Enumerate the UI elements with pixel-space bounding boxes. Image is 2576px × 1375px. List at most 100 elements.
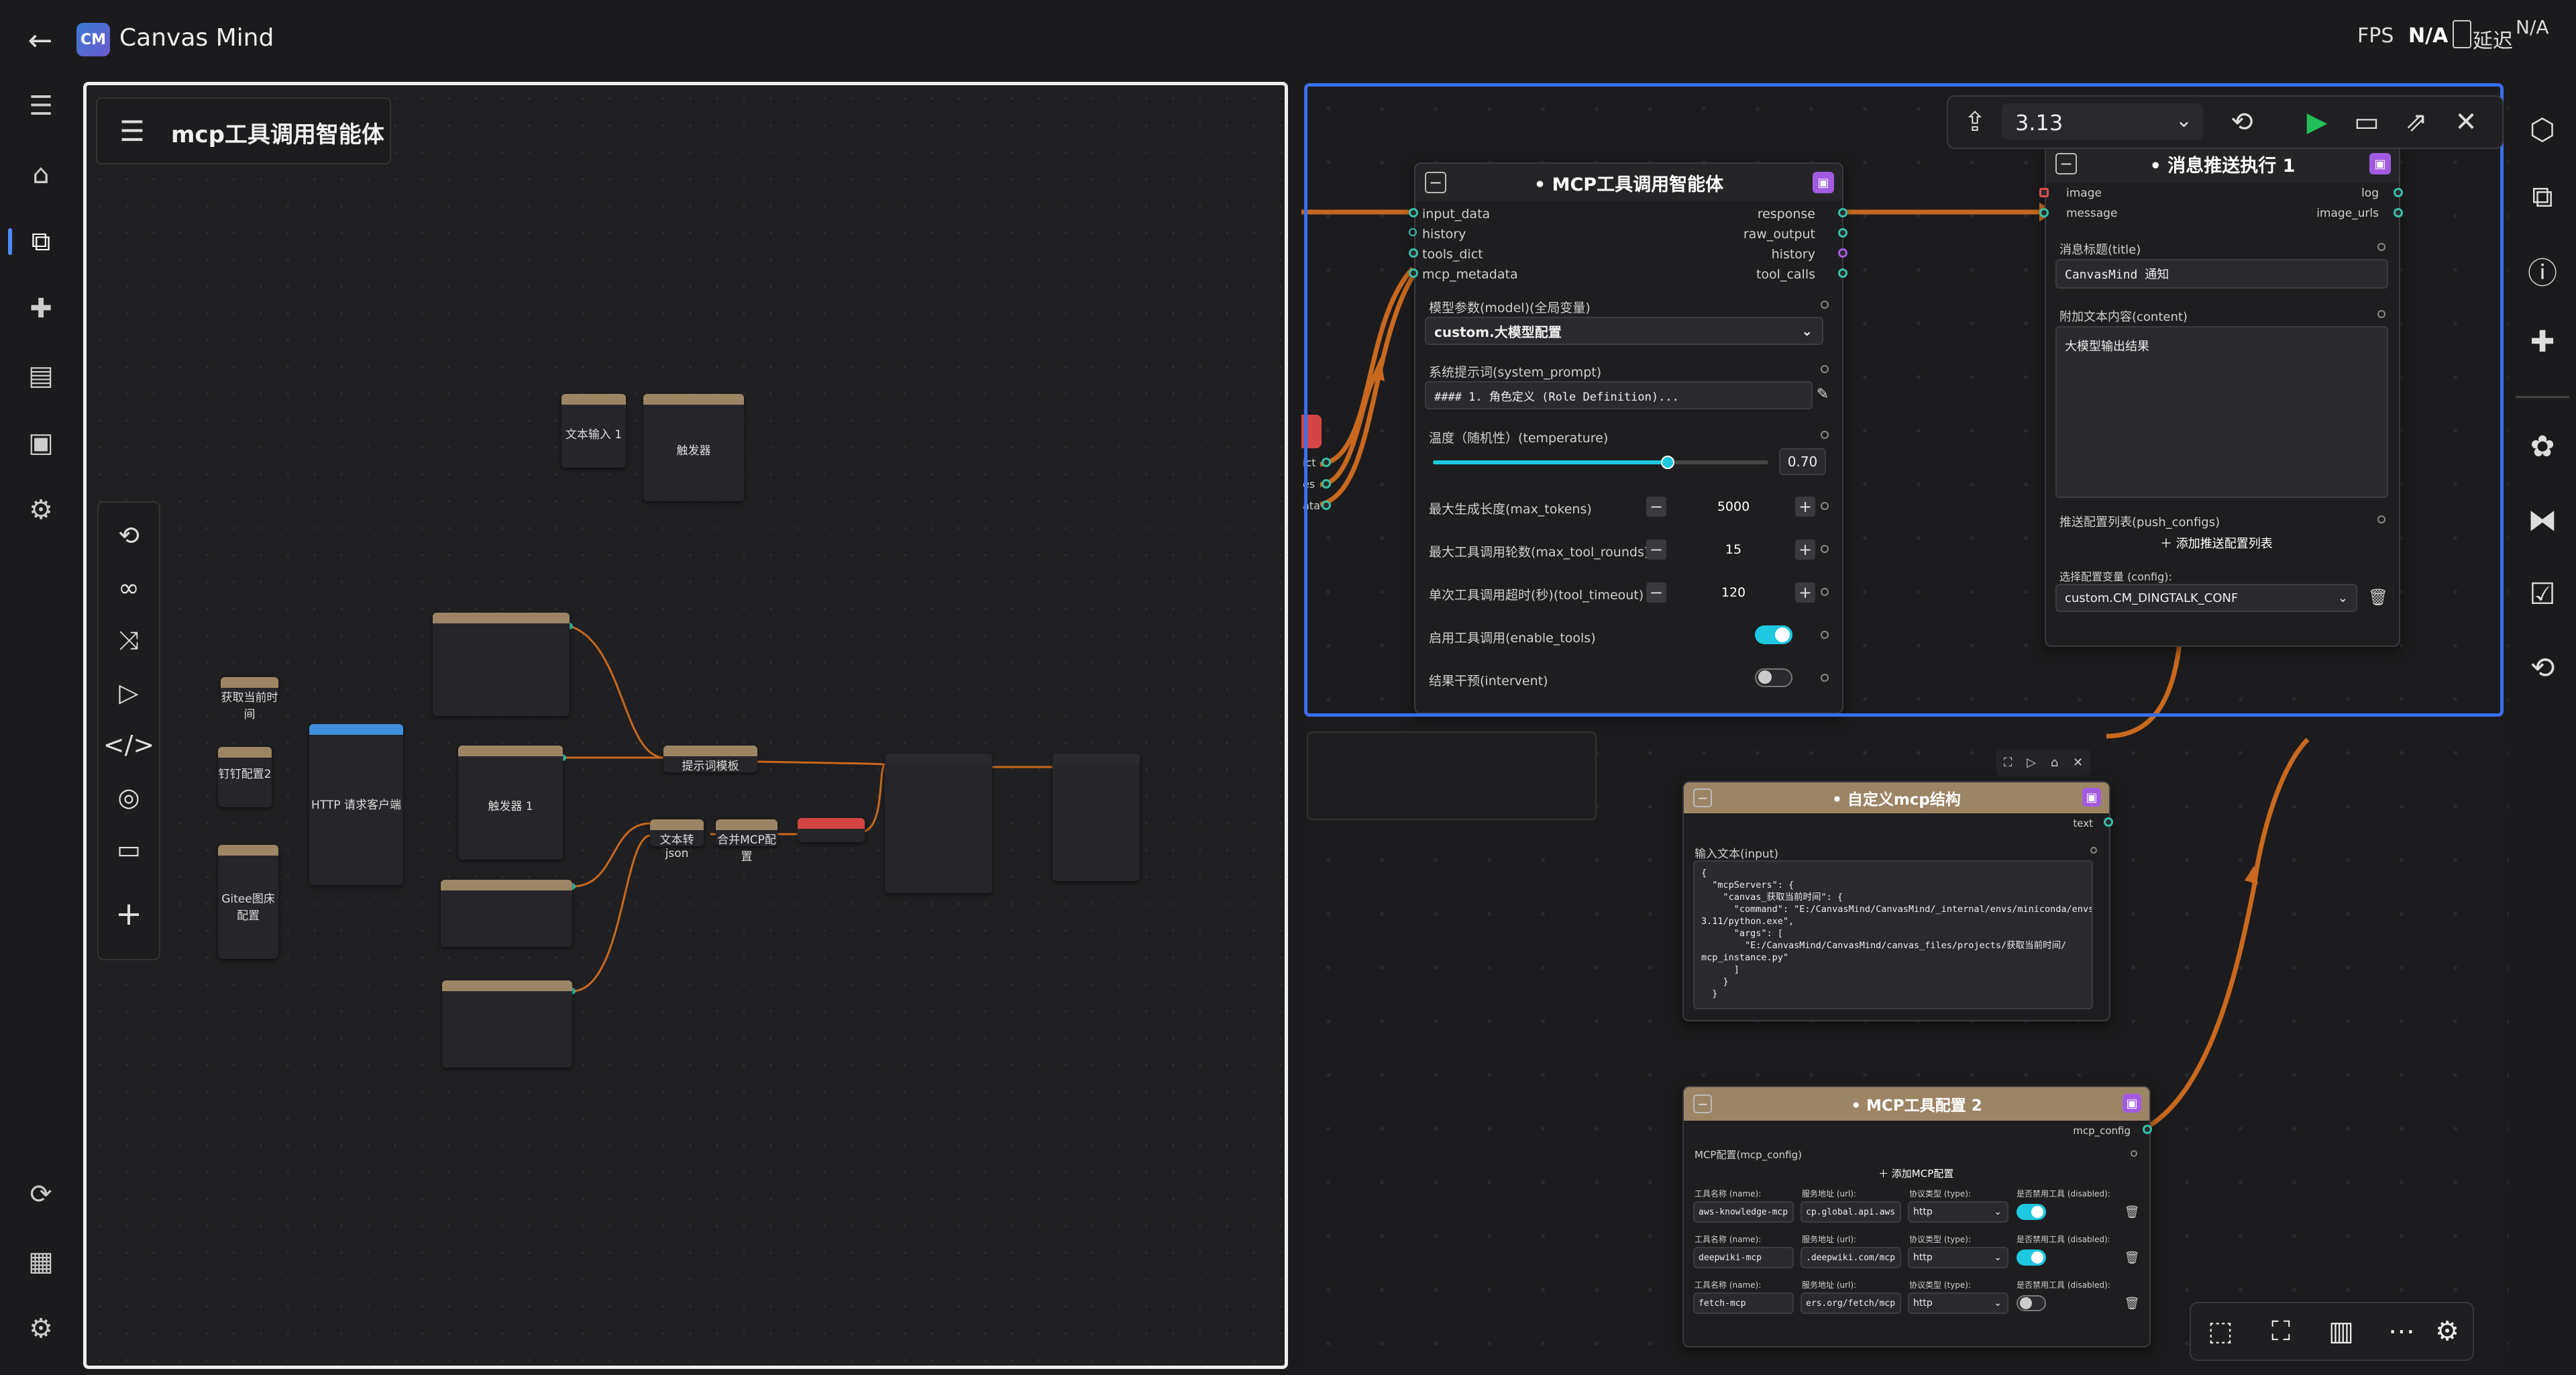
add-mcp-config-button[interactable]: ＋ 添加MCP配置 — [1878, 1166, 1953, 1180]
tool-type-select[interactable]: http ⌄ — [1908, 1201, 2008, 1223]
add-icon[interactable]: + — [105, 892, 152, 936]
mini-node-text-to-json[interactable]: 文本转json — [650, 819, 704, 860]
openai-icon[interactable]: ✿ — [2519, 423, 2566, 470]
node-header[interactable]: − • 自定义mcp结构 ▣ — [1684, 782, 2109, 813]
left-canvas-panel[interactable]: ☰ mcp工具调用智能体 ⟲ ∞ ⤨ ▷ </> ◎ ▭ + 文本输入 1 触发… — [83, 82, 1288, 1369]
tool-url-input[interactable]: ers.org/fetch/mcp — [1801, 1292, 1901, 1314]
node-mini-toolbar: ⛶ ▷ ⌂ ✕ — [1996, 749, 2090, 776]
play-box-icon[interactable]: ▷ — [105, 670, 152, 715]
mini-node-mcp-agent[interactable] — [885, 754, 992, 893]
broadcast-icon[interactable]: ◎ — [105, 775, 152, 819]
layout-columns-icon[interactable]: ▥ — [2321, 1311, 2361, 1352]
mini-node-gitee[interactable]: Gitee图床配置 — [218, 845, 278, 959]
export-icon[interactable]: ⇗ — [2396, 102, 2436, 142]
close-icon[interactable]: ✕ — [2446, 102, 2486, 142]
close-icon[interactable]: ✕ — [2073, 756, 2083, 770]
workflow-menu-icon[interactable]: ☰ — [113, 113, 151, 148]
tool-name-input[interactable]: deepwiki-mcp — [1693, 1247, 1794, 1268]
store-icon[interactable]: ▤ — [17, 356, 64, 396]
copy-icon[interactable]: ⧉ — [2519, 173, 2566, 220]
checklist-icon[interactable]: ☑ — [2519, 570, 2566, 617]
selection-frame — [1304, 83, 2504, 717]
active-indicator — [8, 228, 12, 255]
toolbox-icon[interactable]: ⚙ — [17, 490, 64, 530]
mini-node-code[interactable] — [441, 880, 572, 947]
code-line: { — [1701, 868, 1707, 878]
mini-node-text-box[interactable] — [433, 613, 570, 716]
info-icon[interactable]: ⓘ — [2519, 247, 2566, 294]
sync-icon[interactable]: ⟲ — [2222, 102, 2262, 142]
gallery-icon[interactable]: ▣ — [17, 423, 64, 463]
custom-mcp-node[interactable]: − • 自定义mcp结构 ▣ text 输入文本(input) { "mcpSe… — [1682, 781, 2110, 1021]
mini-node-trigger[interactable]: 触发器 — [643, 394, 744, 501]
node-title: • 自定义mcp结构 — [1832, 791, 1961, 809]
name-col-label: 工具名称 (name): — [1695, 1280, 1762, 1290]
tool-name-input[interactable]: aws-knowledge-mcp — [1693, 1201, 1794, 1223]
mini-node-prompt-template[interactable]: 提示词模板 — [663, 746, 757, 773]
tool-url-input[interactable]: cp.global.api.aws — [1801, 1201, 1901, 1223]
loop-icon[interactable]: ⟲ — [105, 513, 152, 558]
mini-node-dingtalk[interactable]: 钉钉配置2 — [218, 747, 272, 807]
mini-node-push[interactable] — [1053, 754, 1140, 881]
disabled-col-label: 是否禁用工具 (disabled): — [2017, 1280, 2110, 1290]
port-mcp-config[interactable] — [2143, 1125, 2152, 1134]
cube-icon[interactable]: ⬡ — [2519, 106, 2566, 153]
mini-node-text-input[interactable]: 文本输入 1 — [561, 394, 626, 468]
trash-icon[interactable]: 🗑 — [2124, 1248, 2140, 1267]
code-textarea[interactable]: { "mcpServers": { "canvas_获取当前时间": { "co… — [1693, 860, 2093, 1009]
fit-view-icon[interactable]: ⛶ — [2261, 1311, 2301, 1352]
mini-node-get-time[interactable]: 获取当前时间 — [221, 677, 278, 721]
param-port[interactable] — [2131, 1150, 2137, 1157]
chevron-down-icon: ⌄ — [1994, 1252, 2002, 1263]
tool-disabled-toggle[interactable] — [2017, 1295, 2046, 1311]
refresh-icon[interactable]: ⟳ — [17, 1174, 64, 1215]
tool-type-select[interactable]: http ⌄ — [1908, 1292, 2008, 1314]
logs-icon[interactable]: ▦ — [17, 1241, 64, 1282]
infinity-icon[interactable]: ∞ — [105, 566, 152, 610]
mini-node-custom-mcp[interactable] — [798, 818, 865, 842]
puzzle-icon[interactable]: ✚ — [2519, 318, 2566, 365]
version-select[interactable]: 3.13 ⌄ — [2002, 103, 2203, 140]
tool-disabled-toggle[interactable] — [2017, 1204, 2046, 1220]
plugin-icon[interactable]: ✚ — [17, 289, 64, 329]
more-icon[interactable]: ⋯ — [2381, 1311, 2422, 1352]
code-icon[interactable]: </> — [103, 723, 154, 767]
hamburger-menu-icon[interactable]: ☰ — [17, 86, 64, 126]
play-icon[interactable]: ▷ — [2027, 756, 2036, 770]
trash-icon[interactable]: 🗑 — [2124, 1294, 2140, 1313]
trash-icon[interactable]: 🗑 — [2124, 1203, 2140, 1221]
mini-node-mcp-config[interactable] — [442, 980, 572, 1068]
branch-icon[interactable]: ⤨ — [105, 618, 152, 662]
save-icon[interactable]: ▭ — [2347, 102, 2387, 142]
home-icon[interactable]: ⌂ — [17, 154, 64, 195]
bottom-toolbar: ⬚ ⛶ ▥ ⋯ ⚙ — [2190, 1302, 2474, 1361]
tool-name-input[interactable]: fetch-mcp — [1693, 1292, 1794, 1314]
type-col-label: 协议类型 (type): — [1909, 1280, 1972, 1290]
tool-type-value: http — [1913, 1252, 1933, 1263]
python-icon[interactable]: ⧓ — [2519, 497, 2566, 544]
comment-icon[interactable]: ▭ — [105, 827, 152, 872]
tool-url-input[interactable]: .deepwiki.com/mcp — [1801, 1247, 1901, 1268]
mini-node-merge-mcp[interactable]: 合并MCP配置 — [716, 819, 777, 864]
port-text[interactable] — [2104, 817, 2113, 827]
bookmark-icon[interactable]: ⌂ — [2051, 756, 2058, 770]
mini-node-trigger-1[interactable]: 触发器 1 — [458, 746, 563, 860]
settings-icon[interactable]: ⚙ — [17, 1309, 64, 1349]
type-col-label: 协议类型 (type): — [1909, 1235, 1972, 1244]
tool-disabled-toggle[interactable] — [2017, 1250, 2046, 1266]
node-header[interactable]: − • MCP工具配置 2 ▣ — [1684, 1087, 2149, 1121]
chevron-down-icon: ⌄ — [2175, 109, 2192, 132]
workflow-title: mcp工具调用智能体 — [171, 121, 384, 148]
expand-icon[interactable]: ⛶ — [2004, 756, 2012, 770]
select-icon[interactable]: ⬚ — [2200, 1311, 2241, 1352]
history-icon[interactable]: ⟲ — [2519, 644, 2566, 691]
deploy-icon[interactable]: ⇪ — [1955, 102, 1995, 142]
back-arrow-icon[interactable]: ← — [20, 20, 60, 60]
tool-type-select[interactable]: http ⌄ — [1908, 1247, 2008, 1268]
settings-icon[interactable]: ⚙ — [2427, 1311, 2467, 1352]
param-port[interactable] — [2090, 847, 2097, 854]
mcp-tool-config-node[interactable]: − • MCP工具配置 2 ▣ mcp_config MCP配置(mcp_con… — [1682, 1086, 2151, 1347]
mini-node-http-client[interactable]: HTTP 请求客户端 — [309, 724, 403, 885]
run-play-icon[interactable]: ▶ — [2297, 102, 2337, 142]
canvas-workflow-icon[interactable]: ⧉ — [17, 221, 64, 262]
